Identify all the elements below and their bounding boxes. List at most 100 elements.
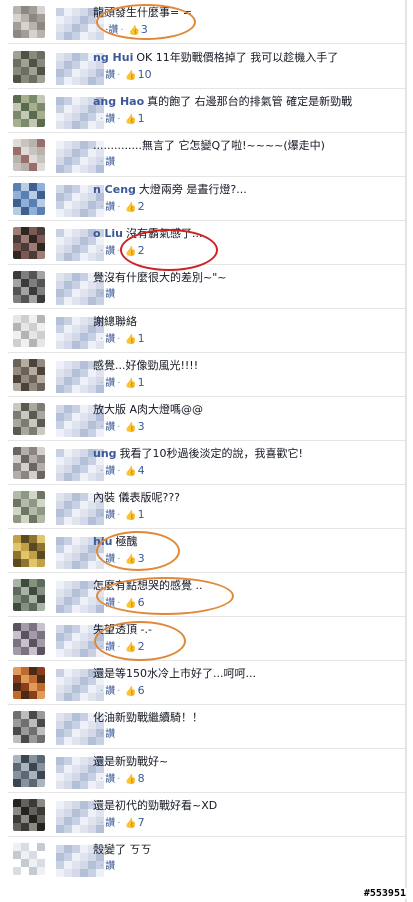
like-link[interactable]: 讚 [105, 861, 115, 872]
avatar[interactable] [13, 447, 45, 479]
like-link[interactable]: 讚 [105, 246, 115, 257]
avatar[interactable] [13, 183, 45, 215]
separator-dot: ‧ [100, 510, 104, 521]
thumbs-up-icon[interactable]: 👍 [125, 71, 136, 81]
separator-dot: ‧ [100, 114, 104, 125]
commenter-name[interactable]: n Ceng [93, 183, 136, 196]
like-count[interactable]: 7 [138, 816, 145, 829]
thumbs-up-icon[interactable]: 👍 [125, 775, 136, 785]
thumbs-up-icon[interactable]: 👍 [129, 26, 140, 36]
comment-actions: ‧ 讚 ‧ 👍4 [98, 464, 145, 479]
thumbs-up-icon[interactable]: 👍 [125, 247, 136, 257]
separator-dot: ‧ [117, 246, 121, 257]
comment-text: 還是新勁戰好~ [93, 755, 169, 768]
comment-actions: ‧ 讚 ‧ 👍1 [98, 332, 145, 347]
like-link[interactable]: 讚 [105, 202, 115, 213]
thumbs-up-icon[interactable]: 👍 [125, 511, 136, 521]
thumbs-up-icon[interactable]: 👍 [125, 115, 136, 125]
avatar[interactable] [13, 843, 45, 875]
like-count[interactable]: 1 [138, 508, 145, 521]
avatar[interactable] [13, 95, 45, 127]
comment-actions: ‧ 讚 ‧ 👍10 [98, 68, 152, 83]
avatar[interactable] [13, 271, 45, 303]
like-link[interactable]: 讚 [105, 334, 115, 345]
comment-row: ang Hao 真的飽了 右邊那台的排氣管 確定是新勁戰 ‧ 讚 ‧ 👍1 [8, 89, 405, 133]
like-link[interactable]: 讚 [105, 642, 115, 653]
avatar[interactable] [13, 579, 45, 611]
like-count[interactable]: 1 [138, 112, 145, 125]
separator-dot: ‧ [100, 70, 104, 81]
thumbs-up-icon[interactable]: 👍 [125, 819, 136, 829]
avatar[interactable] [13, 315, 45, 347]
like-count[interactable]: 6 [138, 596, 145, 609]
thumbs-up-icon[interactable]: 👍 [125, 423, 136, 433]
like-count[interactable]: 3 [138, 420, 145, 433]
comment-line: 覺沒有什麼很大的差別~"~ [93, 270, 227, 285]
avatar[interactable] [13, 755, 45, 787]
like-link[interactable]: 讚 [105, 774, 115, 785]
like-link[interactable]: 讚 [105, 466, 115, 477]
like-count[interactable]: 3 [141, 23, 148, 36]
like-link[interactable]: 讚 [105, 554, 115, 565]
commenter-name[interactable]: o Liu [93, 227, 123, 240]
thumbs-up-icon[interactable]: 👍 [125, 687, 136, 697]
comment-text: 還是等150水冷上市好了...呵呵... [93, 667, 256, 680]
avatar[interactable] [13, 711, 45, 743]
comment-row: ng Hui OK 11年勁戰價格掉了 我可以趁機入手了 ‧ 讚 ‧ 👍10 [8, 45, 405, 89]
thumbs-up-icon[interactable]: 👍 [125, 379, 136, 389]
separator-dot: ‧ [100, 642, 104, 653]
thumbs-up-icon[interactable]: 👍 [125, 335, 136, 345]
thumbs-up-icon[interactable]: 👍 [125, 467, 136, 477]
comment-line: 謝總聯絡 [93, 314, 137, 329]
like-link[interactable]: ‧讚 [105, 25, 118, 36]
like-count[interactable]: 3 [138, 552, 145, 565]
comment-actions: ‧ 讚 ‧ 👍2 [98, 640, 145, 655]
commenter-name[interactable]: hiu [93, 535, 112, 548]
separator-dot: ‧ [117, 598, 121, 609]
like-count[interactable]: 2 [138, 244, 145, 257]
avatar[interactable] [13, 403, 45, 435]
like-count[interactable]: 10 [138, 68, 152, 81]
like-link[interactable]: 讚 [105, 378, 115, 389]
like-link[interactable]: 讚 [105, 510, 115, 521]
like-link[interactable]: 讚 [105, 422, 115, 433]
like-count[interactable]: 2 [138, 640, 145, 653]
like-count[interactable]: 4 [138, 464, 145, 477]
avatar[interactable] [13, 799, 45, 831]
like-count[interactable]: 6 [138, 684, 145, 697]
avatar[interactable] [13, 6, 45, 38]
separator-dot: ‧ [100, 25, 104, 36]
avatar[interactable] [13, 139, 45, 171]
avatar[interactable] [13, 623, 45, 655]
like-link[interactable]: 讚 [105, 598, 115, 609]
comment-actions: ‧ 讚 ‧ 👍1 [98, 508, 145, 523]
comment-row: ..............無言了 它怎變Q了啦!~~~~(爆走中) ‧ 讚 [8, 133, 405, 177]
thumbs-up-icon[interactable]: 👍 [125, 203, 136, 213]
like-link[interactable]: 讚 [105, 157, 115, 168]
comment-row: 龍頭發生什麼事= = ‧ ‧讚 ‧ 👍3 [8, 0, 405, 44]
commenter-name[interactable]: ng Hui [93, 51, 133, 64]
thumbs-up-icon[interactable]: 👍 [125, 643, 136, 653]
commenter-name[interactable]: ung [93, 447, 117, 460]
avatar[interactable] [13, 667, 45, 699]
like-link[interactable]: 讚 [105, 114, 115, 125]
like-link[interactable]: 讚 [105, 818, 115, 829]
like-link[interactable]: 讚 [105, 729, 115, 740]
avatar[interactable] [13, 359, 45, 391]
comment-actions: ‧ 讚 [98, 860, 115, 873]
like-count[interactable]: 1 [138, 332, 145, 345]
like-count[interactable]: 8 [138, 772, 145, 785]
like-link[interactable]: 讚 [105, 686, 115, 697]
comment-actions: ‧ 讚 ‧ 👍3 [98, 552, 145, 567]
avatar[interactable] [13, 51, 45, 83]
avatar[interactable] [13, 491, 45, 523]
like-count[interactable]: 2 [138, 200, 145, 213]
like-link[interactable]: 讚 [105, 289, 115, 300]
commenter-name[interactable]: ang Hao [93, 95, 144, 108]
like-count[interactable]: 1 [138, 376, 145, 389]
thumbs-up-icon[interactable]: 👍 [125, 599, 136, 609]
thumbs-up-icon[interactable]: 👍 [125, 555, 136, 565]
avatar[interactable] [13, 535, 45, 567]
avatar[interactable] [13, 227, 45, 259]
like-link[interactable]: 讚 [105, 70, 115, 81]
